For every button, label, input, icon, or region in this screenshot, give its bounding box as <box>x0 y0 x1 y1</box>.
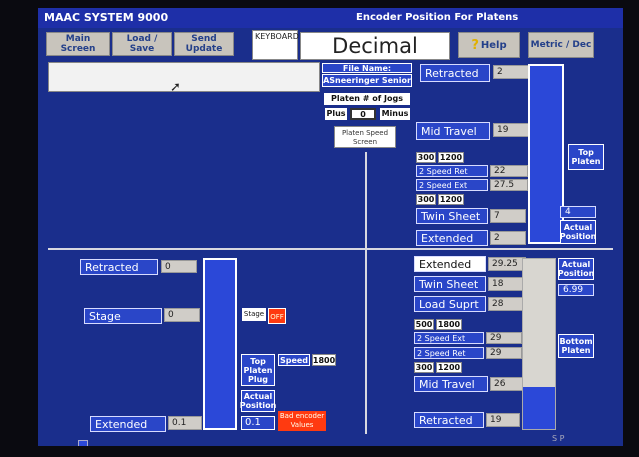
top-twin-sheet-label: Twin Sheet <box>416 208 488 224</box>
bottom-2speed-ret-label: 2 Speed Ret <box>414 347 484 359</box>
top-speed-b1[interactable]: 300 <box>416 194 436 205</box>
help-button[interactable]: ? Help <box>458 32 520 58</box>
top-retracted-value[interactable]: 2 <box>493 65 529 79</box>
help-label: Help <box>480 39 507 51</box>
top-mid-travel-label: Mid Travel <box>416 122 490 140</box>
bottom-speed-b1[interactable]: 300 <box>414 362 434 373</box>
bottom-retracted-label: Retracted <box>414 412 484 428</box>
file-name-value[interactable]: ASneeringer Senior <box>322 74 412 87</box>
top-speed-b2[interactable]: 1200 <box>438 194 464 205</box>
hmi-screen: MAAC SYSTEM 9000 Encoder Position For Pl… <box>38 8 623 446</box>
bottom-2speed-ext-label: 2 Speed Ext <box>414 332 484 344</box>
main-screen-button[interactable]: Main Screen <box>46 32 110 56</box>
stage-actual-position-label: Actual Position <box>239 390 277 412</box>
top-speed-a2[interactable]: 1200 <box>438 152 464 163</box>
stage-retracted-label: Retracted <box>80 259 158 275</box>
bottom-speed-a1[interactable]: 500 <box>414 319 434 330</box>
speed-label: Speed <box>278 354 310 366</box>
bottom-twin-sheet-label: Twin Sheet <box>414 276 486 292</box>
stage-actual-value: 0.1 <box>241 416 275 430</box>
app-title: MAAC SYSTEM 9000 <box>44 11 169 24</box>
bottom-speed-a2[interactable]: 1800 <box>436 319 462 330</box>
status-square-icon <box>78 440 88 446</box>
load-support-label: Load Suprt <box>414 296 486 312</box>
bottom-2speed-ret-value[interactable]: 29 <box>486 347 522 359</box>
top-mid-travel-value[interactable]: 19 <box>493 123 529 137</box>
stage-label: Stage <box>84 308 162 324</box>
decimal-display: Decimal <box>300 32 450 60</box>
mouse-cursor-icon: ➚ <box>170 80 181 95</box>
bottom-actual-position-label: Actual Position <box>557 258 595 280</box>
horizontal-divider <box>48 248 613 250</box>
top-twin-sheet-value[interactable]: 7 <box>490 209 526 223</box>
platen-speed-screen-button[interactable]: Platen Speed Screen <box>334 126 396 148</box>
bottom-speed-b2[interactable]: 1200 <box>436 362 462 373</box>
bottom-platen-button[interactable]: Bottom Platen <box>558 334 594 358</box>
stage-off-toggle[interactable]: OFF <box>268 308 286 324</box>
minus-label: Minus <box>380 108 410 120</box>
bottom-retracted-value[interactable]: 19 <box>486 413 520 427</box>
top-platen-plug-button[interactable]: Top Platen Plug <box>241 354 275 386</box>
bottom-twin-sheet-value[interactable]: 18 <box>488 277 526 291</box>
keyboard-button[interactable]: KEYBOARD <box>252 30 299 60</box>
bottom-extended-value[interactable]: 29.25 <box>488 257 526 271</box>
vertical-divider <box>365 152 367 434</box>
stage-retracted-value[interactable]: 0 <box>161 260 197 273</box>
top-2speed-ext-value[interactable]: 27.5 <box>490 179 528 191</box>
stage-gauge <box>203 258 237 430</box>
top-platen-button[interactable]: Top Platen <box>568 144 604 170</box>
bottom-gauge-fill <box>523 386 555 429</box>
plus-label: Plus <box>325 108 347 120</box>
load-support-value[interactable]: 28 <box>488 297 526 311</box>
stage-extended-value[interactable]: 0.1 <box>168 416 202 430</box>
bad-encoder-alert: Bad encoder Values <box>278 411 326 431</box>
top-extended-value[interactable]: 2 <box>490 231 526 245</box>
jogs-value[interactable]: 0 <box>350 108 376 120</box>
bottom-platen-gauge <box>522 258 556 430</box>
bottom-mid-travel-label: Mid Travel <box>414 376 488 392</box>
top-2speed-ret-label: 2 Speed Ret <box>416 165 488 177</box>
metric-dec-button[interactable]: Metric / Dec <box>528 32 594 58</box>
bottom-mid-travel-value[interactable]: 26 <box>490 377 526 391</box>
top-2speed-ext-label: 2 Speed Ext <box>416 179 488 191</box>
question-icon: ? <box>471 37 479 53</box>
title-bar: MAAC SYSTEM 9000 Encoder Position For Pl… <box>38 8 623 28</box>
send-update-button[interactable]: Send Update <box>174 32 234 56</box>
screen-title: Encoder Position For Platens <box>356 12 519 23</box>
stage-extended-label: Extended <box>90 416 166 432</box>
bottom-actual-value: 6.99 <box>558 284 594 296</box>
load-save-button[interactable]: Load / Save <box>112 32 172 56</box>
message-area <box>48 62 320 92</box>
platen-jogs-label: Platen # of Jogs <box>324 93 410 105</box>
top-2speed-ret-value[interactable]: 22 <box>490 165 528 177</box>
top-extended-label: Extended <box>416 230 488 246</box>
bottom-2speed-ext-value[interactable]: 29 <box>486 332 522 344</box>
stage-toggle-label: Stage <box>242 308 266 321</box>
top-retracted-label: Retracted <box>420 64 490 82</box>
corner-text: S P <box>552 434 565 443</box>
speed-value[interactable]: 1800 <box>312 354 336 366</box>
bottom-extended-label: Extended <box>414 256 486 272</box>
top-speed-a1[interactable]: 300 <box>416 152 436 163</box>
top-actual-position-label: Actual Position <box>560 220 596 244</box>
top-actual-value: 4 <box>560 206 596 218</box>
file-name-label: File Name: <box>322 63 412 73</box>
top-platen-gauge <box>528 64 564 244</box>
stage-value[interactable]: 0 <box>164 308 200 322</box>
